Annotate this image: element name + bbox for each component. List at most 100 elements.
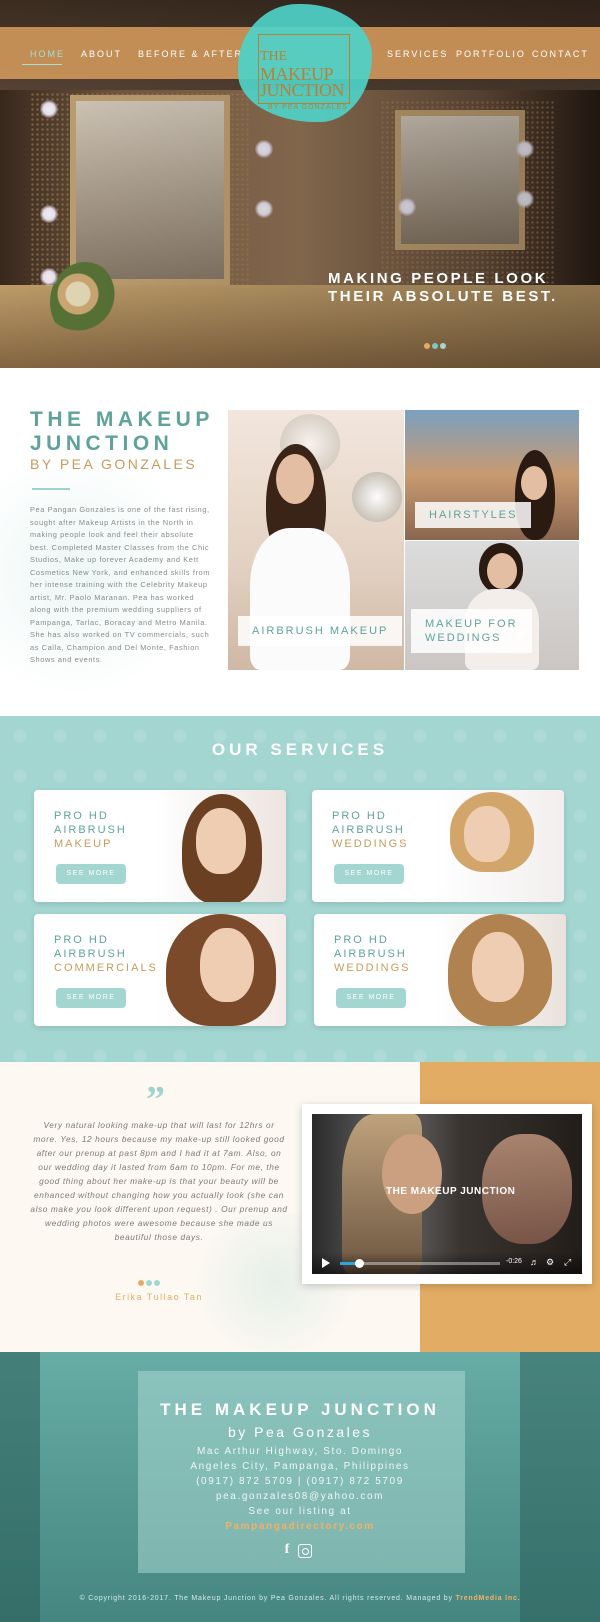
play-icon[interactable] [322,1258,330,1268]
see-more-button[interactable]: SEE MORE [56,864,126,884]
tile-label-line: MAKEUP FOR [425,618,518,630]
service-card-photo [434,790,564,902]
model-face [487,553,517,589]
testimonial-author: Erika Tullao Tan [115,1292,203,1302]
footer-address: Angeles City, Pampanga, Philippines [190,1461,410,1472]
slider-dot[interactable] [146,1280,152,1286]
testimonial-slider-dots [138,1273,162,1291]
model-face [276,454,314,504]
see-more-button[interactable]: SEE MORE [56,988,126,1008]
video-card: THE MAKEUP JUNCTION -0:26 ♬ ⚙ ⤢ [302,1104,592,1284]
footer-phones: (0917) 872 5709 | (0917) 872 5709 [196,1476,404,1487]
service-card-line: PRO HD [54,934,109,946]
services-title: OUR SERVICES [211,740,389,759]
decor-mirror [352,472,402,522]
model-face [472,932,524,1002]
facebook-icon[interactable]: f [280,1543,294,1557]
service-card-line: WEDDINGS [334,962,411,974]
video-progress-knob[interactable] [355,1259,365,1268]
about-body: Pea Pangan Gonzales is one of the fast r… [30,505,211,664]
nav-before-after[interactable]: BEFORE & AFTER [138,49,243,59]
tile-label: HAIRSTYLES [415,502,532,528]
footer-address: Mac Arthur Highway, Sto. Domingo [196,1446,404,1457]
tile-label: MAKEUP FOR WEDDINGS [411,609,532,653]
service-card-photo [156,914,286,1026]
makeup-for-weddings-tile[interactable]: MAKEUP FOR WEDDINGS [405,541,579,670]
slider-dot[interactable] [424,343,430,349]
copyright-text: © Copyright 2016-2017. The Makeup Juncti… [79,1595,453,1602]
slider-dot[interactable] [138,1280,144,1286]
video-controls: -0:26 ♬ ⚙ ⤢ [312,1252,582,1274]
tile-label-line: WEDDINGS [425,632,502,644]
about-divider [32,488,70,490]
hero-section: HOME ABOUT BEFORE & AFTER SERVICES PORTF… [0,0,600,368]
site-logo[interactable]: THE MAKEUP JUNCTION BY PEA GONZALES [238,4,372,122]
service-card[interactable]: PRO HD AIRBRUSH WEDDINGS SEE MORE [314,914,566,1026]
logo-text: JUNCTION [260,80,345,100]
service-card-line: WEDDINGS [332,838,409,850]
service-card-photo [436,914,566,1026]
quote-icon: ” [146,1079,165,1121]
managed-by-link[interactable]: TrendMedia Inc. [456,1595,521,1602]
service-card-line: AIRBRUSH [54,948,127,960]
video-frame-face [382,1134,442,1214]
footer-subtitle: by Pea Gonzales [227,1424,373,1440]
nav-home[interactable]: HOME [30,49,65,59]
logo-text: BY PEA GONZALES [268,104,348,111]
slider-dot[interactable] [432,343,438,349]
service-card[interactable]: PRO HD AIRBRUSH COMMERCIALS SEE MORE [34,914,286,1026]
testimonial-section: ” Very natural looking make-up that will… [0,1062,600,1352]
service-card-photo [156,790,286,902]
footer-listing-label: See our listing at [248,1506,352,1517]
footer-email[interactable]: pea.gonzales08@yahoo.com [0,1491,600,1502]
video-time: -0:26 [506,1258,522,1265]
tile-label: AIRBRUSH MAKEUP [238,616,403,646]
model-face [464,806,510,862]
hero-headline-line: THEIR ABSOLUTE BEST. [328,288,558,305]
service-card-line: AIRBRUSH [334,948,407,960]
logo-text: THE [260,49,288,64]
footer-section: THE MAKEUP JUNCTION by Pea Gonzales Mac … [0,1352,600,1622]
service-card-line: AIRBRUSH [54,824,127,836]
see-more-button[interactable]: SEE MORE [336,988,406,1008]
video-player[interactable]: THE MAKEUP JUNCTION -0:26 ♬ ⚙ ⤢ [312,1114,582,1274]
video-title: THE MAKEUP JUNCTION [386,1186,516,1197]
slider-dot[interactable] [154,1280,160,1286]
volume-icon[interactable]: ♬ [530,1257,539,1267]
service-card-line: PRO HD [334,934,389,946]
instagram-icon[interactable] [298,1544,312,1558]
nav-contact[interactable]: CONTACT [532,49,589,59]
model-face [521,466,547,500]
fullscreen-icon[interactable]: ⤢ [564,1257,571,1267]
see-more-button[interactable]: SEE MORE [334,864,404,884]
services-section: OUR SERVICES PRO HD AIRBRUSH MAKEUP SEE … [0,716,600,1062]
nav-about[interactable]: ABOUT [81,49,122,59]
hero-headline: MAKING PEOPLE LOOK THEIR ABSOLUTE BEST. [328,270,558,306]
service-card-line: PRO HD [54,810,109,822]
service-card[interactable]: PRO HD AIRBRUSH WEDDINGS SEE MORE [312,790,564,902]
copyright: © Copyright 2016-2017. The Makeup Juncti… [0,1595,600,1602]
service-card-line: PRO HD [332,810,387,822]
model-dress [250,528,350,670]
hero-slider-dots [424,336,448,349]
settings-icon[interactable]: ⚙ [546,1257,554,1267]
service-card[interactable]: PRO HD AIRBRUSH MAKEUP SEE MORE [34,790,286,902]
listing-link[interactable]: Pampangadirectory.com [225,1521,375,1532]
service-card-line: COMMERCIALS [54,962,158,974]
about-subtitle: BY PEA GONZALES [30,456,198,472]
testimonial-text: Very natural looking make-up that will l… [30,1120,288,1242]
model-face [200,928,254,1002]
nav-services[interactable]: SERVICES [387,49,448,59]
hairstyles-tile[interactable]: HAIRSTYLES [405,410,579,540]
video-progress-track[interactable] [340,1259,500,1268]
nav-portfolio[interactable]: PORTFOLIO [456,49,526,59]
service-card-line: MAKEUP [54,838,113,850]
slider-dot[interactable] [440,343,446,349]
model-face [196,808,246,874]
footer-listing: Pampangadirectory.com [0,1521,600,1532]
nav-active-underline [22,64,62,65]
about-title: THE MAKEUP JUNCTION [30,408,214,456]
footer-title: THE MAKEUP JUNCTION [160,1400,440,1419]
airbrush-makeup-tile[interactable]: AIRBRUSH MAKEUP [228,410,404,670]
about-title-line: JUNCTION [30,432,174,455]
